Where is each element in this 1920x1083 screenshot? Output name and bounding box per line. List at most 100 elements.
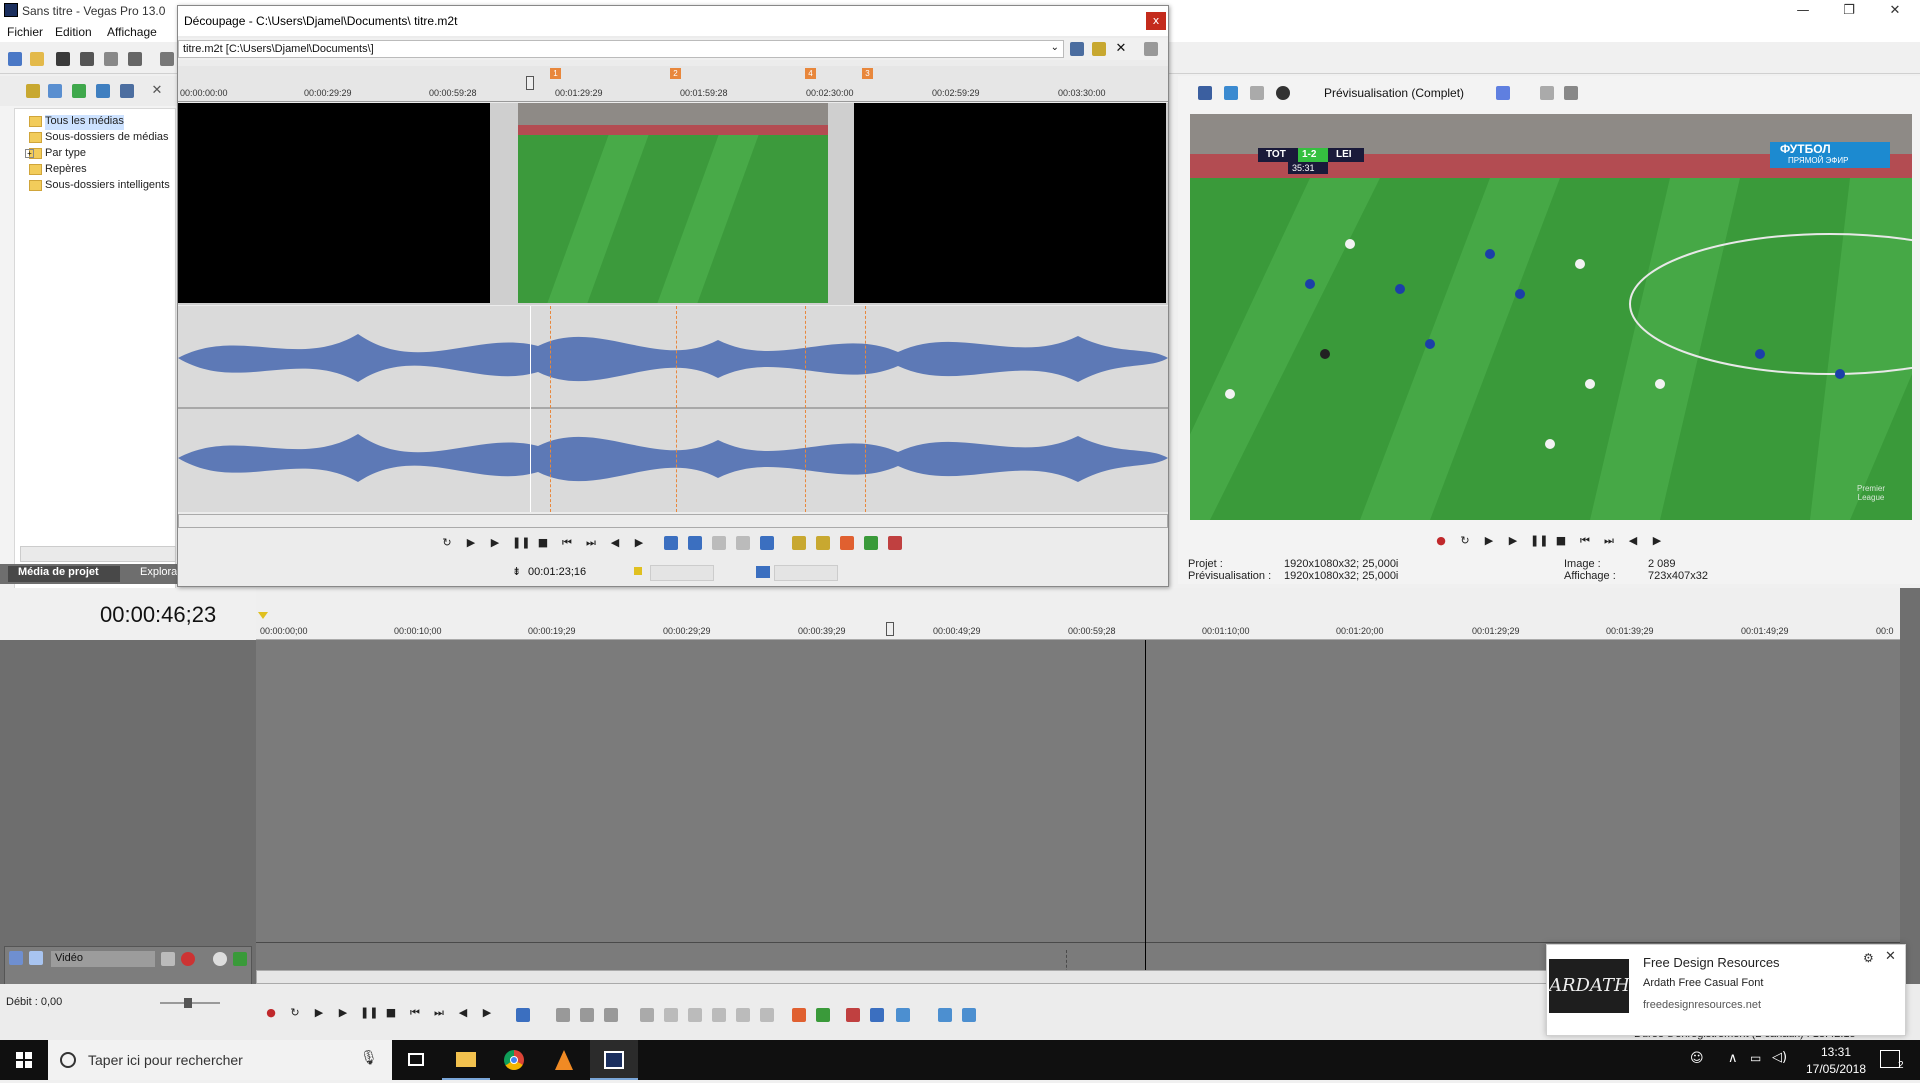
ripple-edit-icon[interactable] [896, 1008, 910, 1022]
zoom-tool-icon[interactable] [604, 1008, 618, 1022]
add-from-cursor-icon[interactable] [736, 536, 750, 550]
properties-icon[interactable] [128, 52, 142, 66]
network-icon[interactable]: ▭ [1750, 1051, 1761, 1065]
open-icon[interactable] [30, 52, 44, 66]
trim-icon[interactable] [664, 1008, 678, 1022]
vegas-taskbar-icon[interactable] [590, 1040, 638, 1080]
selection-length-field[interactable] [774, 565, 838, 581]
fx-preview-icon[interactable] [1250, 86, 1264, 100]
auto-crossfade-icon[interactable] [870, 1008, 884, 1022]
trimmer-options-icon[interactable] [1144, 42, 1158, 56]
save-snapshot-icon[interactable] [1564, 86, 1578, 100]
capture-icon[interactable] [48, 84, 62, 98]
timeline-playhead[interactable] [1145, 640, 1146, 1016]
tree-item-all-media[interactable]: Tous les médias [29, 115, 124, 130]
trimmer-prev-frame-icon[interactable]: ◀ [608, 536, 622, 550]
trimmer-play-from-start-icon[interactable]: ▶ [464, 536, 478, 550]
close-window-button[interactable]: ✕ [1872, 0, 1918, 22]
normal-edit-tool-icon[interactable] [516, 1008, 530, 1022]
lock-icon[interactable] [760, 1008, 774, 1022]
prev-frame-icon[interactable]: ◀ [1626, 534, 1640, 548]
go-end-icon[interactable]: ⏭ [1602, 534, 1616, 548]
minimize-button[interactable]: — [1780, 0, 1826, 22]
tree-item-smart-bins[interactable]: Sous-dossiers intelligents [29, 179, 170, 194]
trimmer-next-frame-icon[interactable]: ▶ [632, 536, 646, 550]
timeline-go-start-icon[interactable]: ⏮ [408, 1006, 422, 1020]
trimmer-pause-icon[interactable]: ❚❚ [512, 536, 530, 550]
create-subclip-icon[interactable] [792, 536, 806, 550]
trimmer-playhead[interactable] [530, 306, 531, 512]
timeline-play-from-start-icon[interactable]: ▶ [312, 1006, 326, 1020]
delete-media-icon[interactable]: ✕ [150, 84, 164, 98]
taskbar-date[interactable]: 17/05/2018 [1800, 1062, 1872, 1076]
chrome-icon[interactable] [490, 1040, 538, 1080]
start-button[interactable] [0, 1040, 48, 1080]
timeline-play-icon[interactable]: ▶ [336, 1006, 350, 1020]
gear-icon[interactable]: ⚙ [1863, 951, 1874, 965]
loop-icon[interactable]: ↻ [1458, 534, 1472, 548]
tree-item-tags[interactable]: Repères [29, 163, 87, 178]
restore-button[interactable]: ❐ [1826, 0, 1872, 22]
selection-tool-icon[interactable] [580, 1008, 594, 1022]
lock-envelopes-icon[interactable] [938, 1008, 952, 1022]
show-hidden-icons-icon[interactable]: ∧ [1728, 1051, 1738, 1066]
trimmer-insert-region-icon[interactable] [864, 536, 878, 550]
action-center-icon[interactable] [1880, 1050, 1900, 1068]
trimmer-loop-icon[interactable]: ↻ [440, 536, 454, 550]
split-icon[interactable] [736, 1008, 750, 1022]
trimmer-insert-marker-icon[interactable] [840, 536, 854, 550]
add-up-to-cursor-icon[interactable] [712, 536, 726, 550]
selection-start-field[interactable] [650, 565, 714, 581]
go-start-icon[interactable]: ⏮ [1578, 534, 1592, 548]
auto-preview-icon[interactable] [1070, 42, 1084, 56]
track-motion-icon[interactable] [161, 952, 175, 966]
snapping-icon[interactable] [846, 1008, 860, 1022]
rate-slider[interactable] [160, 998, 220, 1008]
render-icon[interactable] [104, 52, 118, 66]
add-to-timeline-end-icon[interactable] [688, 536, 702, 550]
trim-end-icon[interactable] [712, 1008, 726, 1022]
timeline-record-icon[interactable]: ● [264, 1006, 278, 1020]
menu-view[interactable]: Affichage [107, 25, 157, 39]
vlc-icon[interactable] [540, 1040, 588, 1080]
menu-edit[interactable]: Edition [55, 25, 92, 39]
marker-1[interactable]: 1 [550, 68, 561, 79]
expand-icon[interactable]: + [25, 149, 34, 158]
video-track-name[interactable]: Vidéo [51, 951, 155, 967]
trimmer-go-end-icon[interactable]: ⏭ [584, 536, 598, 550]
timeline-stop-icon[interactable]: ■ [384, 1006, 398, 1020]
trimmer-media-combo[interactable]: titre.m2t [C:\Users\Djamel\Documents\] ⌄ [178, 40, 1064, 58]
tree-horizontal-scrollbar[interactable] [20, 546, 176, 562]
microphone-icon[interactable]: 🎙 [360, 1050, 378, 1066]
cut-icon[interactable] [160, 52, 174, 66]
tab-project-media[interactable]: Média de projet [8, 566, 120, 582]
next-frame-icon[interactable]: ▶ [1650, 534, 1664, 548]
volume-icon[interactable]: ◁) [1772, 1050, 1787, 1065]
pause-icon[interactable]: ❚❚ [1530, 534, 1548, 548]
task-view-button[interactable] [392, 1040, 440, 1080]
people-icon[interactable]: ☺ [1690, 1051, 1704, 1066]
toast-notification[interactable]: ARDATH Free Design Resources Ardath Free… [1546, 944, 1906, 1036]
loop-start-marker[interactable] [258, 612, 268, 619]
trimmer-audio-waveform[interactable] [178, 306, 1168, 512]
new-project-icon[interactable] [8, 52, 22, 66]
save-markers-icon[interactable] [816, 536, 830, 550]
tab-explorer[interactable]: Explora [140, 566, 177, 582]
envelope-tool-icon[interactable] [556, 1008, 570, 1022]
timeline-go-end-icon[interactable]: ⏭ [432, 1006, 446, 1020]
trimmer-stop-icon[interactable]: ■ [536, 536, 550, 550]
timeline-ruler[interactable]: 00:00:00;00 00:00:10;00 00:00:19;29 00:0… [256, 588, 1900, 640]
menu-file[interactable]: Fichier [7, 25, 43, 39]
fit-to-fill-icon[interactable] [760, 536, 774, 550]
insert-marker-icon[interactable] [792, 1008, 806, 1022]
mute-icon[interactable] [213, 952, 227, 966]
external-monitor-icon[interactable] [1224, 86, 1238, 100]
marker-2[interactable]: 2 [670, 68, 681, 79]
trimmer-horizontal-scrollbar[interactable] [178, 514, 1168, 528]
split-screen-icon[interactable] [1276, 86, 1290, 100]
overlays-icon[interactable] [1496, 86, 1510, 100]
marker-3[interactable]: 3 [862, 68, 873, 79]
trimmer-cursor-handle[interactable] [526, 76, 534, 90]
taskbar-time[interactable]: 13:31 [1808, 1045, 1864, 1059]
add-to-timeline-start-icon[interactable] [664, 536, 678, 550]
